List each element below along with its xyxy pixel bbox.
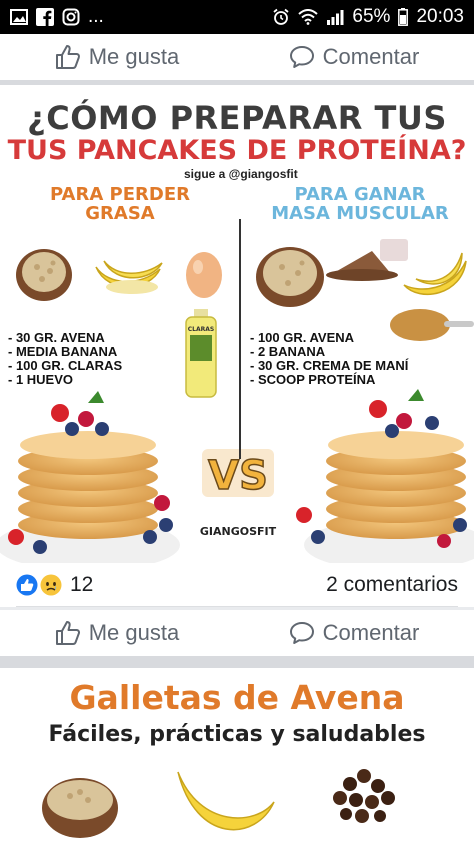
vs-text: VS bbox=[208, 453, 268, 499]
right-ingredient: - 30 GR. CREMA DE MANÍ bbox=[250, 358, 409, 373]
post-image[interactable]: VS GIANGOSFIT CLARAS ¿CÓMO PREPARAR TUS … bbox=[0, 85, 474, 563]
like-button-label: Me gusta bbox=[88, 44, 180, 69]
comments-count[interactable]: 2 comentarios bbox=[326, 573, 458, 597]
banana-icon bbox=[177, 771, 275, 831]
right-ingredient: - 2 BANANA bbox=[250, 344, 326, 359]
right-title-line2: MASA MUSCULAR bbox=[271, 203, 449, 224]
left-ingredient: - 30 GR. AVENA bbox=[8, 330, 105, 345]
signal-icon bbox=[326, 9, 344, 25]
speech-bubble-icon bbox=[289, 45, 315, 69]
chocolate-chips-icon bbox=[333, 769, 395, 823]
clock: 20:03 bbox=[416, 6, 464, 27]
left-ingredients-list: - 30 GR. AVENA - MEDIA BANANA - 100 GR. … bbox=[8, 331, 122, 387]
left-title-line1: PARA PERDER bbox=[50, 184, 190, 205]
status-bar-left: ... bbox=[10, 6, 104, 28]
comment-button[interactable]: Comentar bbox=[289, 44, 420, 70]
follow-text: sigue a @giangosfit bbox=[184, 167, 298, 181]
battery-icon bbox=[398, 8, 409, 26]
left-ingredient: - 1 HUEVO bbox=[8, 372, 74, 387]
thumbs-up-icon bbox=[55, 44, 81, 70]
battery-percent: 65% bbox=[352, 6, 391, 27]
comment-button[interactable]: Comentar bbox=[289, 620, 420, 646]
left-ingredient: - MEDIA BANANA bbox=[8, 344, 118, 359]
top-action-bar: Me gusta Comentar bbox=[0, 34, 474, 80]
vs-badge-icon: VS bbox=[202, 449, 274, 500]
sad-reaction-icon bbox=[40, 574, 62, 596]
right-ingredient: - 100 GR. AVENA bbox=[250, 330, 355, 345]
status-bar-right: 65% 20:03 bbox=[272, 6, 464, 28]
left-title-line2: GRASA bbox=[85, 203, 155, 224]
reaction-count: 12 bbox=[70, 573, 94, 596]
bottle-label: CLARAS bbox=[188, 326, 214, 333]
next-post-illustration bbox=[42, 769, 395, 838]
more-notifications-indicator: ... bbox=[88, 6, 104, 27]
headline-line1: ¿CÓMO PREPARAR TUS bbox=[27, 99, 447, 137]
left-column-title: PARA PERDER GRASA bbox=[20, 185, 220, 223]
egg-icon bbox=[186, 252, 222, 298]
like-reaction-icon bbox=[16, 574, 38, 596]
bottom-action-bar: Me gusta Comentar bbox=[0, 610, 474, 656]
pancake-stack-left-icon bbox=[0, 391, 180, 563]
wifi-icon bbox=[298, 9, 319, 25]
headline-line2: TUS PANCAKES DE PROTEÍNA? bbox=[7, 135, 467, 166]
egg-whites-bottle-icon bbox=[185, 309, 217, 398]
instagram-notification-icon bbox=[62, 8, 80, 26]
facebook-notification-icon bbox=[36, 8, 54, 26]
reactions-divider bbox=[16, 606, 458, 607]
next-post-image[interactable]: Galletas de Avena Fáciles, prácticas y s… bbox=[0, 668, 474, 842]
oats-bowl-left-icon bbox=[16, 249, 72, 301]
status-bar: ... 65% 20:03 bbox=[0, 0, 474, 34]
thumbs-up-icon bbox=[55, 620, 81, 646]
like-button[interactable]: Me gusta bbox=[55, 44, 180, 70]
reactions-summary[interactable]: 12 bbox=[16, 573, 93, 597]
pancake-stack-right-icon bbox=[296, 389, 474, 563]
right-column-title: PARA GANAR MASA MUSCULAR bbox=[250, 185, 470, 223]
alarm-icon bbox=[272, 8, 290, 26]
oats-bowl-icon bbox=[42, 778, 118, 838]
banana-left-icon bbox=[95, 260, 163, 294]
protein-powder-icon bbox=[326, 239, 408, 281]
right-ingredient: - SCOOP PROTEÍNA bbox=[250, 372, 376, 387]
like-button-label: Me gusta bbox=[88, 620, 180, 645]
column-divider bbox=[239, 219, 241, 459]
banana-right-icon bbox=[403, 252, 467, 296]
right-title-line1: PARA GANAR bbox=[294, 184, 426, 205]
reactions-row: 12 2 comentarios bbox=[0, 563, 474, 607]
comment-button-label: Comentar bbox=[322, 620, 420, 645]
logo-text: GIANGOSFIT bbox=[200, 525, 277, 538]
oats-bowl-right-icon bbox=[256, 247, 324, 307]
right-ingredients-list: - 100 GR. AVENA - 2 BANANA - 30 GR. CREM… bbox=[250, 331, 408, 387]
speech-bubble-icon bbox=[289, 621, 315, 645]
gallery-notification-icon bbox=[10, 9, 28, 25]
feed-gap bbox=[0, 656, 474, 668]
like-button[interactable]: Me gusta bbox=[55, 620, 180, 646]
left-ingredient: - 100 GR. CLARAS bbox=[8, 358, 123, 373]
comment-button-label: Comentar bbox=[322, 44, 420, 69]
